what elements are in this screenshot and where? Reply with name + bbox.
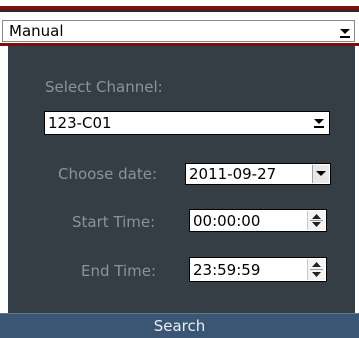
mode-dropdown[interactable]: Manual: [2, 20, 355, 42]
chevron-down-icon[interactable]: [339, 24, 351, 38]
choose-date-label: Choose date:: [58, 165, 158, 183]
start-time-spinner-buttons[interactable]: [307, 211, 325, 230]
start-time-spinner[interactable]: 00:00:00: [189, 209, 327, 232]
search-form-window: Manual Select Channel: 123-C01 Choose da…: [0, 0, 359, 338]
select-channel-label: Select Channel:: [45, 78, 163, 96]
date-dropdown-button[interactable]: [312, 165, 329, 183]
spinner-icon: [310, 214, 323, 227]
channel-dropdown[interactable]: 123-C01: [44, 111, 330, 135]
date-value: 2011-09-27: [189, 165, 277, 183]
start-time-value: 00:00:00: [193, 212, 261, 230]
chevron-down-icon[interactable]: [313, 115, 325, 129]
search-button[interactable]: Search: [0, 313, 359, 338]
top-dark-rule: [0, 10, 359, 12]
start-time-label: Start Time:: [72, 213, 156, 231]
search-button-label: Search: [153, 317, 206, 335]
spinner-icon: [310, 262, 323, 277]
chevron-down-icon: [316, 171, 326, 176]
end-time-value: 23:59:59: [193, 261, 261, 279]
end-time-spinner[interactable]: 23:59:59: [189, 257, 327, 282]
end-time-label: End Time:: [81, 262, 157, 280]
mode-value: Manual: [9, 22, 64, 40]
panel-left-edge: [0, 46, 8, 318]
end-time-spinner-buttons[interactable]: [307, 259, 325, 280]
date-picker[interactable]: 2011-09-27: [185, 163, 331, 185]
channel-value: 123-C01: [48, 114, 112, 132]
